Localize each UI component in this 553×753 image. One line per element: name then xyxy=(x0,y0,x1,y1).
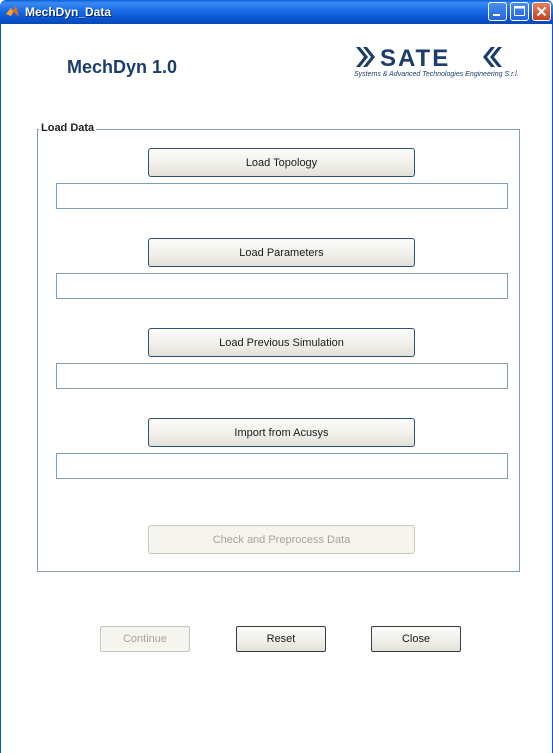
acusys-path-field[interactable] xyxy=(56,453,508,479)
matlab-icon xyxy=(6,5,19,17)
maximize-button[interactable] xyxy=(510,2,529,21)
load-parameters-button[interactable]: Load Parameters xyxy=(148,238,415,267)
maximize-icon xyxy=(514,6,525,16)
load-data-label: Load Data xyxy=(39,122,97,134)
sate-logo: SATE xyxy=(356,45,502,71)
minimize-icon xyxy=(493,14,500,16)
svg-text:SATE: SATE xyxy=(380,45,450,71)
minimize-button[interactable] xyxy=(488,2,507,21)
import-acusys-button[interactable]: Import from Acusys xyxy=(148,418,415,447)
window-title: MechDyn_Data xyxy=(25,5,112,19)
previous-simulation-path-field[interactable] xyxy=(56,363,508,389)
check-preprocess-button[interactable]: Check and Preprocess Data xyxy=(148,525,415,554)
title-bar[interactable]: MechDyn_Data xyxy=(0,0,553,24)
close-window-button[interactable] xyxy=(532,2,551,21)
app-title: MechDyn 1.0 xyxy=(67,57,178,77)
parameters-path-field[interactable] xyxy=(56,273,508,299)
continue-button[interactable]: Continue xyxy=(100,626,190,652)
close-button[interactable]: Close xyxy=(371,626,461,652)
load-topology-button[interactable]: Load Topology xyxy=(148,148,415,177)
load-previous-simulation-button[interactable]: Load Previous Simulation xyxy=(148,328,415,357)
reset-button[interactable]: Reset xyxy=(236,626,326,652)
logo-subtitle: Systems & Advanced Technologies Engineer… xyxy=(354,71,519,78)
topology-path-field[interactable] xyxy=(56,183,508,209)
close-icon xyxy=(536,6,547,17)
